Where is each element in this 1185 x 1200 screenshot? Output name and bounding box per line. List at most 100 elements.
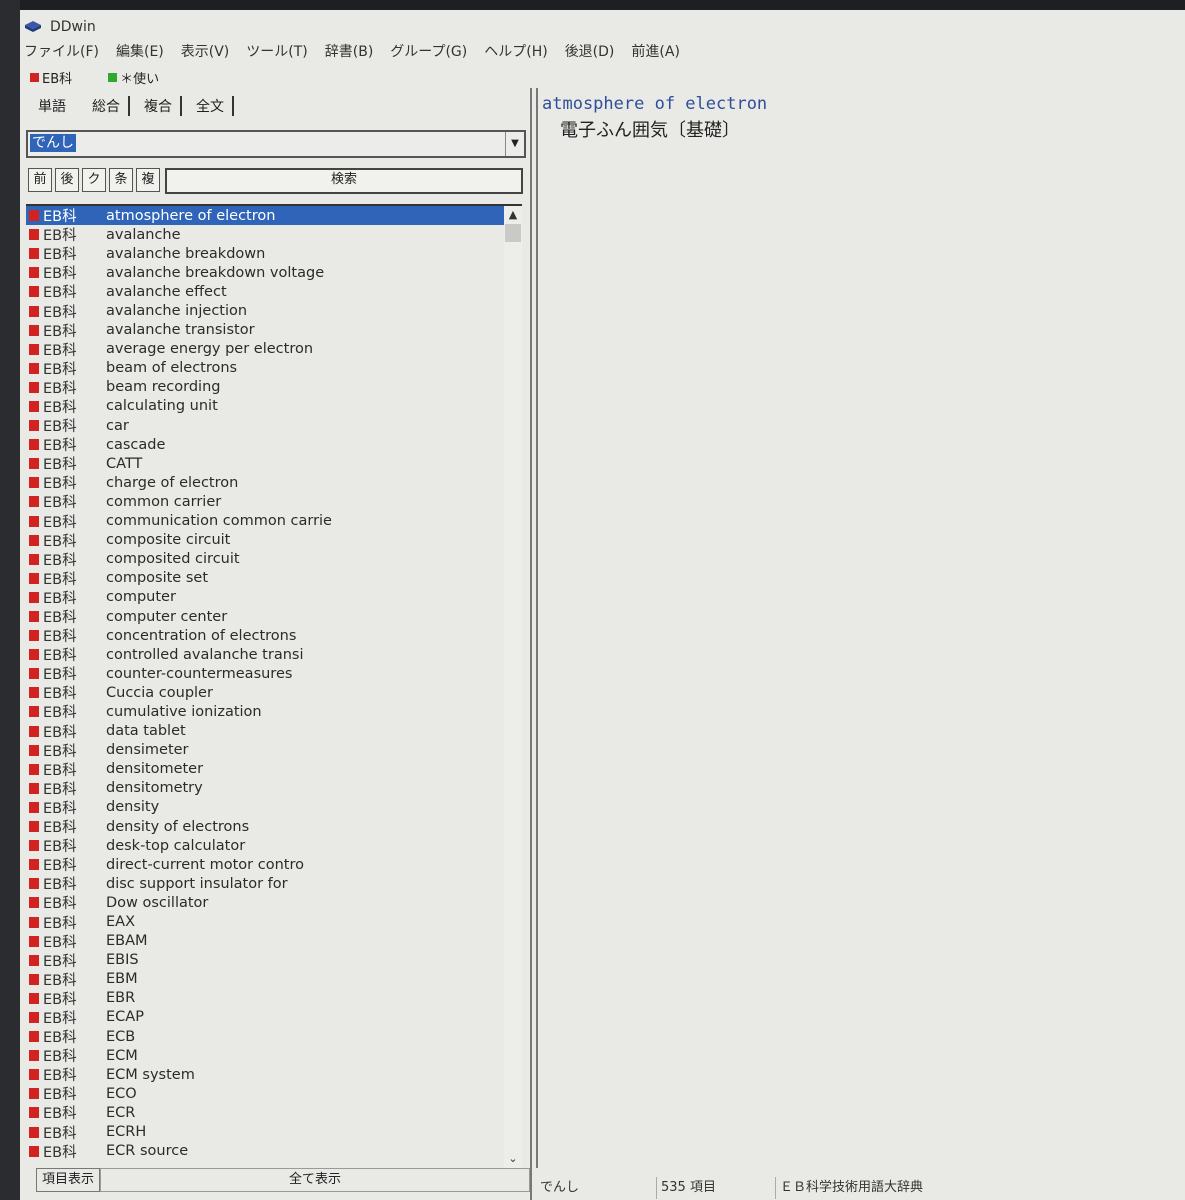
list-item[interactable]: EB科 avalanche breakdown — [26, 244, 504, 263]
dictionary-color-icon — [29, 821, 39, 833]
list-item[interactable]: EB科 EBR — [26, 989, 504, 1008]
list-item[interactable]: EB科 computer center — [26, 607, 504, 626]
list-item-word: direct-current motor contro — [106, 856, 304, 873]
list-item-dictionary: EB科 — [43, 266, 77, 283]
status-count: 535 項目 — [657, 1177, 776, 1199]
tab-fulltext[interactable]: 全文 — [188, 96, 234, 116]
list-item-dictionary: EB科 — [43, 1010, 77, 1027]
list-item[interactable]: EB科 composite set — [26, 569, 504, 588]
search-input-value[interactable]: でんし — [30, 134, 76, 152]
menu-item[interactable]: 表示(V) — [181, 41, 230, 61]
list-item[interactable]: EB科 avalanche effect — [26, 282, 504, 301]
list-item[interactable]: EB科 ECM system — [26, 1065, 504, 1084]
list-item[interactable]: EB科 EAX — [26, 912, 504, 932]
list-item[interactable]: EB科 Dow oscillator — [26, 893, 504, 912]
list-item[interactable]: EB科 controlled avalanche transi — [26, 645, 504, 664]
search-input[interactable]: でんし ▼ — [26, 130, 526, 158]
tab-word[interactable]: 単語 — [30, 96, 74, 116]
list-item[interactable]: EB科 cascade — [26, 435, 504, 454]
dictionary-color-icon — [29, 1145, 39, 1157]
list-item[interactable]: EB科 avalanche transistor — [26, 321, 504, 340]
dictionary-chip[interactable]: EB科 — [30, 68, 72, 87]
tab-general[interactable]: 総合 — [84, 96, 130, 116]
prev-button[interactable]: 前 — [28, 168, 52, 192]
show-all-button[interactable]: 全て表示 — [100, 1168, 530, 1192]
list-item[interactable]: EB科 calculating unit — [26, 397, 504, 416]
list-item[interactable]: EB科 counter-countermeasures — [26, 664, 504, 683]
list-item[interactable]: EB科 densitometry — [26, 779, 504, 798]
list-item[interactable]: EB科 density of electrons — [26, 817, 504, 836]
search-button[interactable]: 検索 — [165, 168, 523, 194]
list-item[interactable]: EB科 data tablet — [26, 722, 504, 741]
list-item[interactable]: EB科 densitometer — [26, 760, 504, 779]
list-item[interactable]: EB科 direct-current motor contro — [26, 855, 504, 874]
list-item-word: concentration of electrons — [106, 627, 297, 644]
list-item[interactable]: EB科 composited circuit — [26, 550, 504, 569]
menu-item[interactable]: ファイル(F) — [24, 41, 99, 61]
list-item[interactable]: EB科 concentration of electrons — [26, 626, 504, 645]
list-item[interactable]: EB科 ECAP — [26, 1008, 504, 1027]
menu-item[interactable]: グループ(G) — [390, 41, 467, 61]
list-item-dictionary: EB科 — [43, 762, 77, 779]
list-footer: 項目表示 全て表示 — [36, 1168, 530, 1192]
list-item[interactable]: EB科 ECO — [26, 1084, 504, 1103]
list-item[interactable]: EB科 car — [26, 416, 504, 435]
list-item[interactable]: EB科 cumulative ionization — [26, 702, 504, 721]
scroll-thumb[interactable] — [505, 224, 521, 242]
list-item[interactable]: EB科 common carrier — [26, 492, 504, 511]
menu-item[interactable]: ヘルプ(H) — [484, 41, 547, 61]
menu-item[interactable]: 後退(D) — [565, 41, 615, 61]
tab-compound[interactable]: 複合 — [136, 96, 182, 116]
list-item[interactable]: EB科 avalanche breakdown voltage — [26, 263, 504, 282]
list-item[interactable]: EB科 avalanche injection — [26, 301, 504, 321]
menu-item[interactable]: 前進(A) — [631, 41, 680, 61]
list-item[interactable]: EB科 disc support insulator for — [26, 874, 504, 893]
dictionary-color-icon — [29, 668, 39, 680]
list-item[interactable]: EB科 ECB — [26, 1027, 504, 1046]
list-item[interactable]: EB科 composite circuit — [26, 531, 504, 550]
scroll-down-icon[interactable]: ⌄ — [504, 1150, 522, 1168]
list-item[interactable]: EB科 communication common carrie — [26, 512, 504, 531]
list-item[interactable]: EB科 average energy per electron — [26, 340, 504, 359]
list-item[interactable]: EB科 EBAM — [26, 932, 504, 951]
menu-item[interactable]: 辞書(B) — [325, 41, 374, 61]
combo-dropdown-button[interactable]: ▼ — [505, 132, 524, 156]
list-item-word: composited circuit — [106, 551, 240, 568]
list-item[interactable]: EB科 densimeter — [26, 741, 504, 760]
list-item[interactable]: EB科 density — [26, 798, 504, 817]
list-item[interactable]: EB科 ECRH — [26, 1123, 504, 1142]
list-item-word: density of electrons — [106, 818, 250, 835]
list-item[interactable]: EB科 Cuccia coupler — [26, 683, 504, 702]
list-item-word: beam recording — [106, 379, 221, 396]
dictionary-chip[interactable]: ＊使い — [108, 68, 159, 87]
compound-button[interactable]: 複 — [136, 168, 160, 192]
list-item-word: computer — [106, 589, 176, 606]
item-display-button[interactable]: 項目表示 — [36, 1168, 100, 1192]
list-item[interactable]: EB科 EBM — [26, 970, 504, 989]
list-item[interactable]: EB科 computer — [26, 588, 504, 607]
list-item[interactable]: EB科 beam recording — [26, 378, 504, 397]
list-item-dictionary: EB科 — [43, 629, 77, 646]
list-item[interactable]: EB科 desk-top calculator — [26, 836, 504, 855]
result-list: EB科 atmosphere of electron EB科 avalanche EB科… — [26, 204, 522, 1168]
list-item[interactable]: EB科 avalanche — [26, 225, 504, 244]
list-item[interactable]: EB科 ECR — [26, 1103, 504, 1122]
list-item[interactable]: EB科 CATT — [26, 454, 504, 473]
list-item[interactable]: EB科 ECM — [26, 1046, 504, 1065]
list-scrollbar[interactable]: ▲ ⌄ — [504, 206, 522, 1168]
menu-item[interactable]: ツール(T) — [246, 41, 307, 61]
list-item[interactable]: EB科 beam of electrons — [26, 359, 504, 378]
list-item-dictionary: EB科 — [43, 514, 77, 531]
list-item-dictionary: EB科 — [43, 858, 77, 875]
list-item-word: densitometry — [106, 780, 203, 797]
list-item[interactable]: EB科 charge of electron — [26, 473, 504, 492]
clear-button[interactable]: ク — [82, 168, 106, 192]
condition-button[interactable]: 条 — [109, 168, 133, 192]
monitor-bezel-left — [0, 0, 20, 1200]
list-item[interactable]: EB科 atmosphere of electron — [26, 206, 504, 226]
next-button[interactable]: 後 — [55, 168, 79, 192]
menu-item[interactable]: 編集(E) — [116, 41, 164, 61]
list-item[interactable]: EB科 ECR source — [26, 1142, 504, 1161]
scroll-up-icon[interactable]: ▲ — [504, 206, 522, 224]
list-item[interactable]: EB科 EBIS — [26, 951, 504, 970]
